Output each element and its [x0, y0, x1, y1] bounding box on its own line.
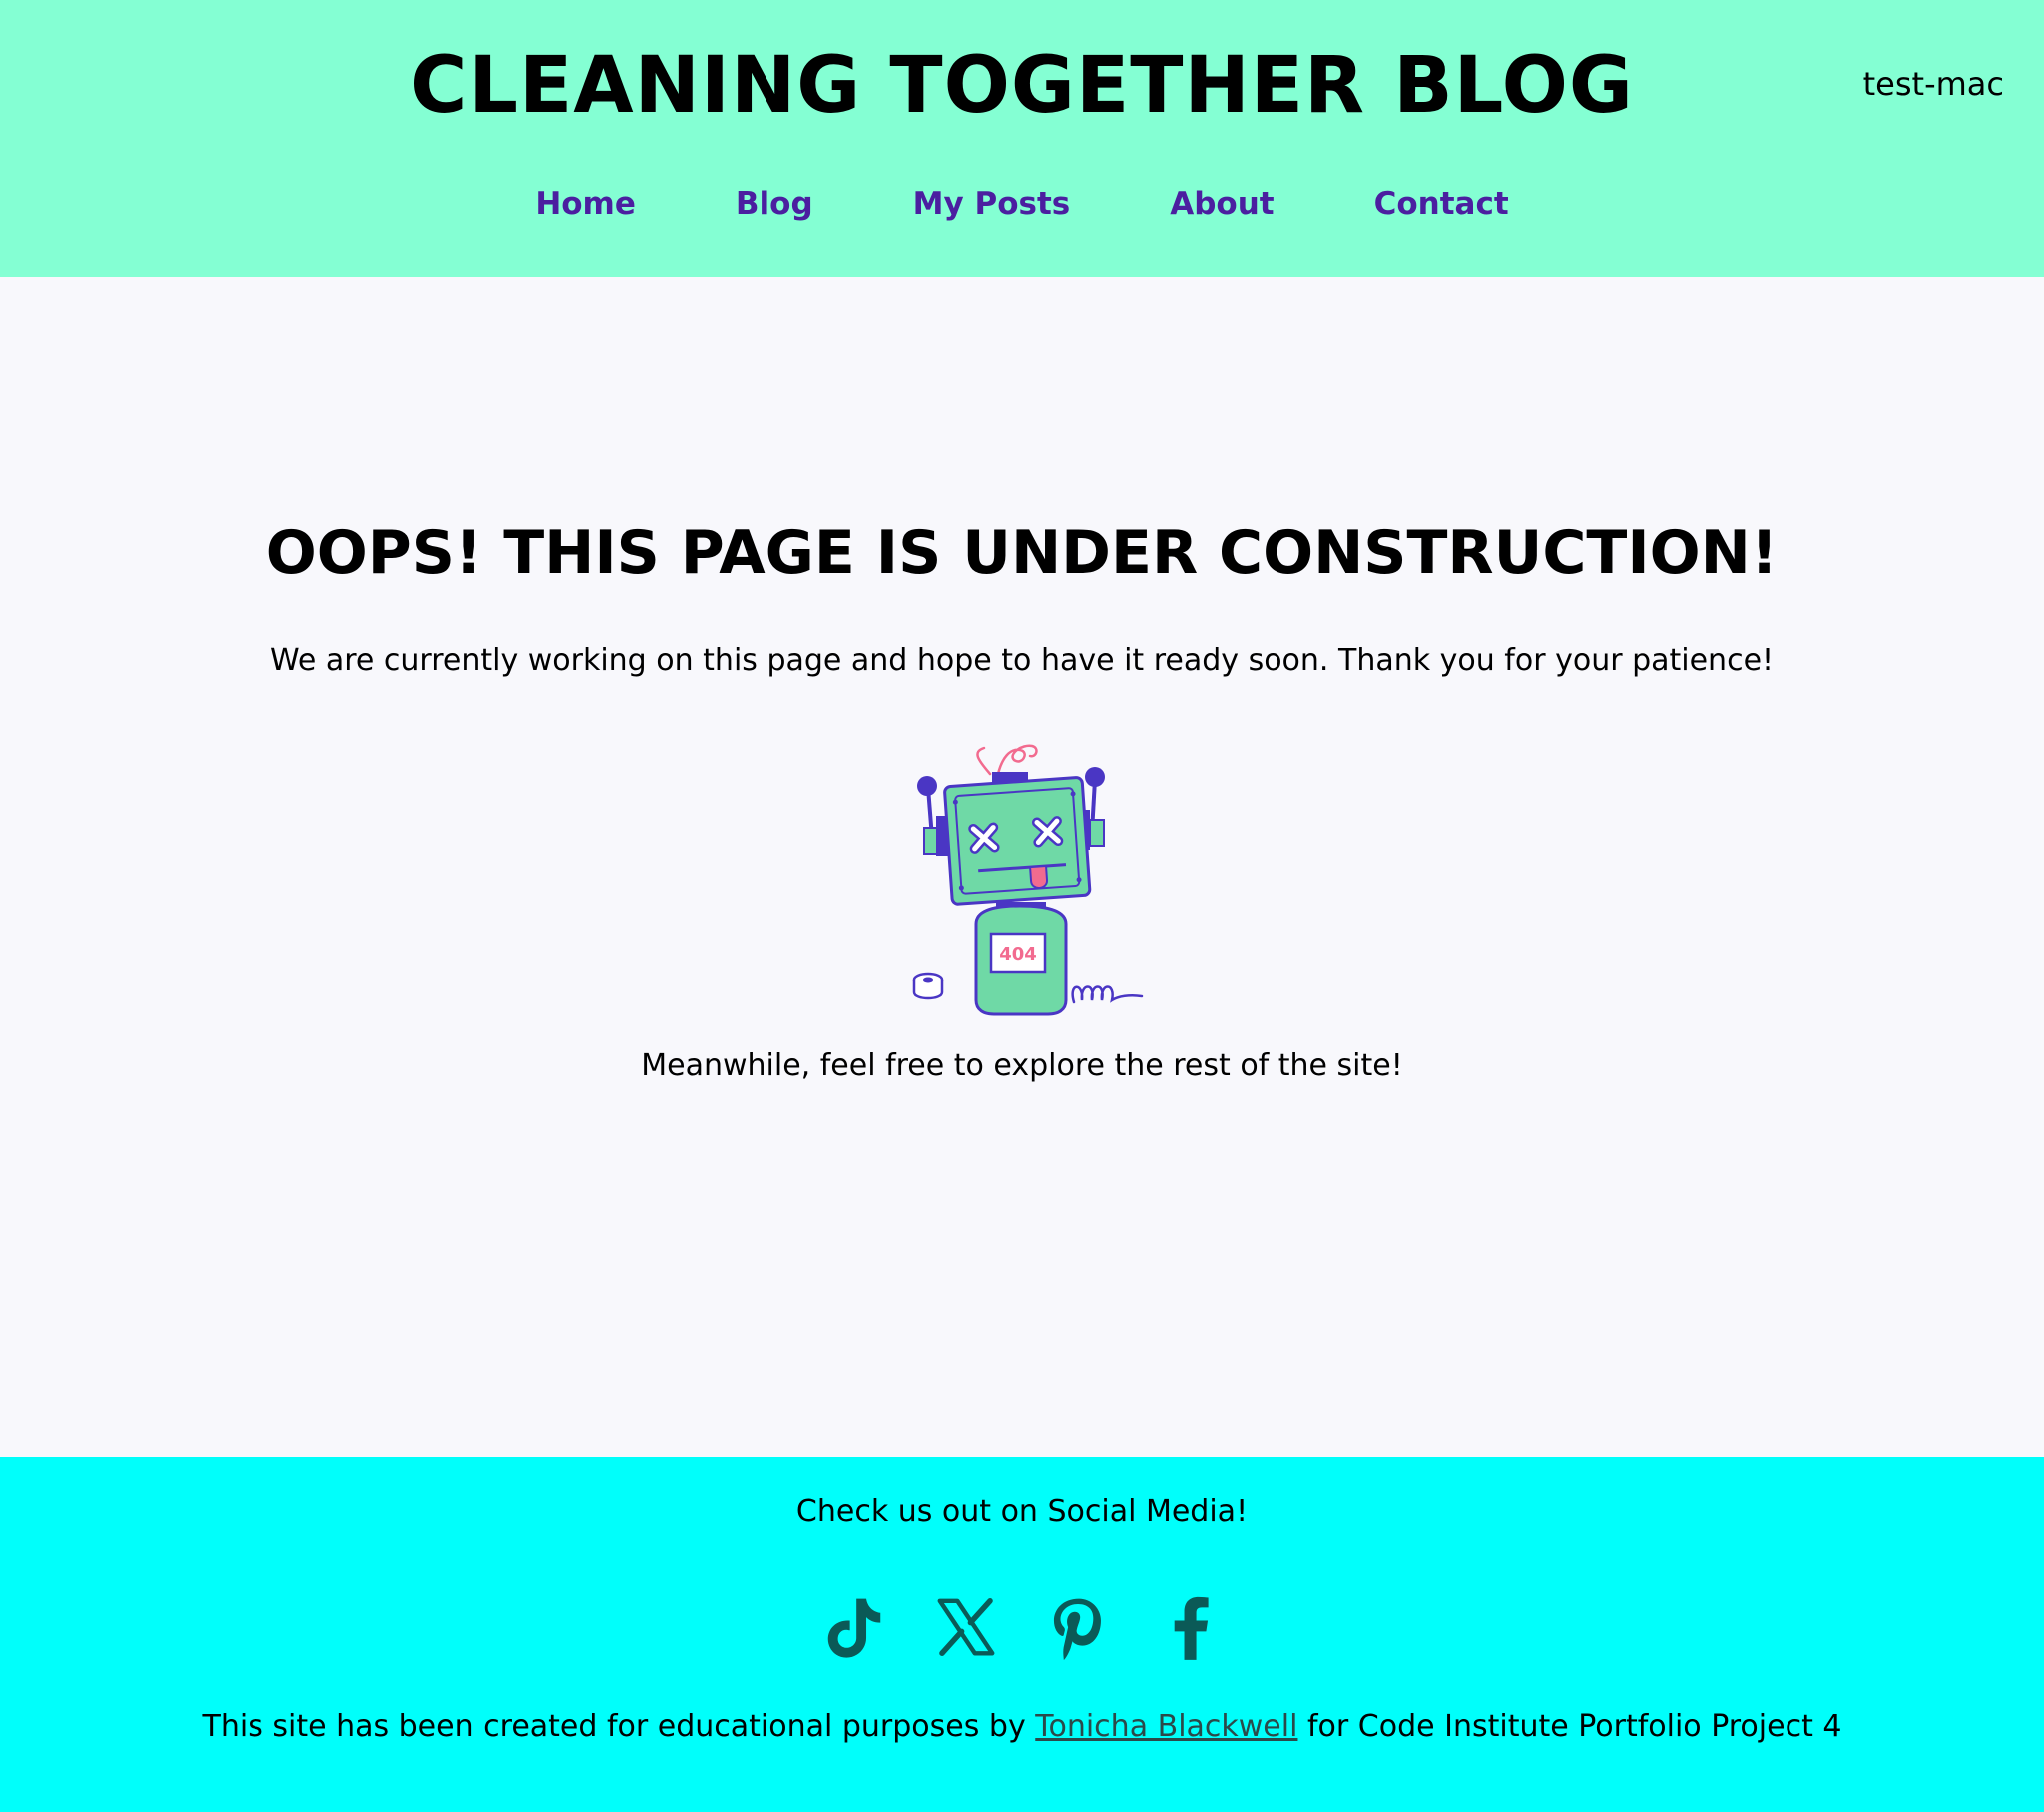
nav-contact[interactable]: Contact: [1374, 180, 1509, 227]
nav-home[interactable]: Home: [535, 180, 636, 227]
social-icons: [0, 1592, 2044, 1662]
robot-404-illustration: 404: [912, 744, 1144, 1016]
author-link[interactable]: Tonicha Blackwell: [1035, 1709, 1297, 1744]
nav-my-posts[interactable]: My Posts: [913, 180, 1071, 227]
site-header: CLEANING TOGETHER BLOG test-mac Home Blo…: [0, 0, 2044, 277]
main-nav: Home Blog My Posts About Contact: [0, 180, 2044, 227]
facebook-icon[interactable]: [1155, 1592, 1225, 1662]
credit-prefix: This site has been created for education…: [202, 1709, 1026, 1744]
page-heading: OOPS! THIS PAGE IS UNDER CONSTRUCTION!: [265, 518, 1779, 588]
intro-text: We are currently working on this page an…: [269, 643, 1775, 678]
user-label: test-mac: [1862, 65, 2004, 103]
x-icon[interactable]: [931, 1592, 1001, 1662]
nav-about[interactable]: About: [1170, 180, 1274, 227]
main-content: OOPS! THIS PAGE IS UNDER CONSTRUCTION! W…: [0, 277, 2044, 1457]
credit-suffix: for Code Institute Portfolio Project 4: [1307, 1709, 1842, 1744]
site-title[interactable]: CLEANING TOGETHER BLOG: [0, 38, 2044, 134]
social-heading: Check us out on Social Media!: [795, 1494, 1249, 1529]
tiktok-icon[interactable]: [819, 1592, 889, 1662]
pinterest-icon[interactable]: [1043, 1592, 1113, 1662]
nav-blog[interactable]: Blog: [736, 180, 813, 227]
site-footer: Check us out on Social Media! This site …: [0, 1457, 2044, 1812]
explore-text: Meanwhile, feel free to explore the rest…: [641, 1048, 1403, 1083]
credit-text: This site has been created for education…: [0, 1706, 2044, 1748]
robot-badge-text: 404: [999, 944, 1037, 965]
